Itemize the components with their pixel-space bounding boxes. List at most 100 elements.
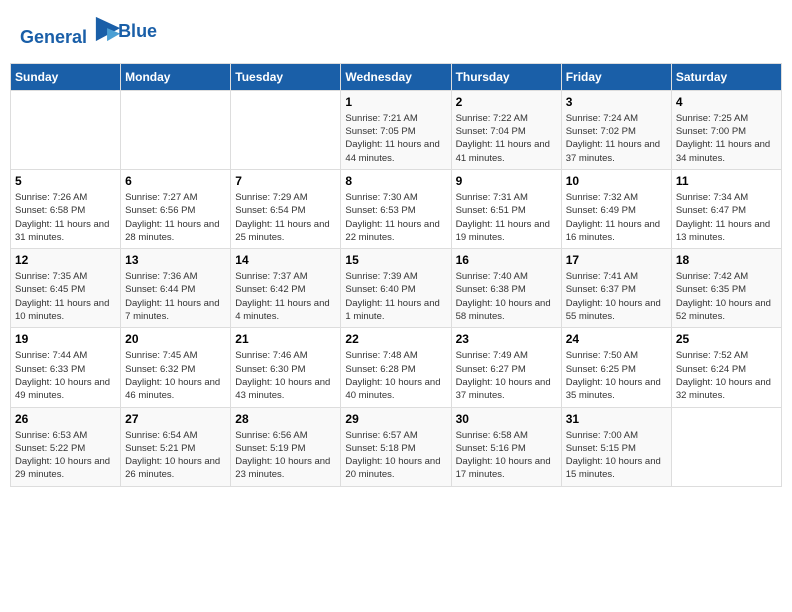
calendar-cell: 14 Sunrise: 7:37 AM Sunset: 6:42 PM Dayli… <box>231 249 341 328</box>
day-info: Sunrise: 7:41 AM Sunset: 6:37 PM Dayligh… <box>566 270 667 323</box>
column-header-monday: Monday <box>121 63 231 90</box>
calendar-cell: 24Sunrise: 7:50 AM Sunset: 6:25 PM Dayli… <box>561 328 671 407</box>
calendar-cell: 29Sunrise: 6:57 AM Sunset: 5:18 PM Dayli… <box>341 407 451 486</box>
calendar-week-4: 19 Sunrise: 7:44 AM Sunset: 6:33 PM Dayli… <box>11 328 782 407</box>
day-number: 18 <box>676 253 777 267</box>
calendar-cell: 8 Sunrise: 7:30 AM Sunset: 6:53 PM Daylig… <box>341 169 451 248</box>
day-number: 15 <box>345 253 446 267</box>
column-header-sunday: Sunday <box>11 63 121 90</box>
day-info: Sunrise: 7:52 AM Sunset: 6:24 PM Dayligh… <box>676 349 777 402</box>
calendar-cell: 10 Sunrise: 7:32 AM Sunset: 6:49 PM Dayli… <box>561 169 671 248</box>
day-number: 7 <box>235 174 336 188</box>
day-number: 23 <box>456 332 557 346</box>
day-number: 29 <box>345 412 446 426</box>
calendar-cell <box>121 90 231 169</box>
day-number: 13 <box>125 253 226 267</box>
calendar-cell: 6 Sunrise: 7:27 AM Sunset: 6:56 PM Daylig… <box>121 169 231 248</box>
day-info: Sunrise: 7:40 AM Sunset: 6:38 PM Dayligh… <box>456 270 557 323</box>
calendar-cell: 12 Sunrise: 7:35 AM Sunset: 6:45 PM Dayli… <box>11 249 121 328</box>
day-number: 31 <box>566 412 667 426</box>
calendar-cell: 30 Sunrise: 6:58 AM Sunset: 5:16 PM Dayli… <box>451 407 561 486</box>
calendar-week-5: 26 Sunrise: 6:53 AM Sunset: 5:22 PM Dayli… <box>11 407 782 486</box>
calendar-cell: 2Sunrise: 7:22 AM Sunset: 7:04 PM Daylig… <box>451 90 561 169</box>
day-info: Sunrise: 6:54 AM Sunset: 5:21 PM Dayligh… <box>125 429 226 482</box>
day-number: 20 <box>125 332 226 346</box>
day-number: 4 <box>676 95 777 109</box>
calendar-cell: 16 Sunrise: 7:40 AM Sunset: 6:38 PM Dayli… <box>451 249 561 328</box>
day-info: Sunrise: 7:48 AM Sunset: 6:28 PM Dayligh… <box>345 349 446 402</box>
calendar-cell: 1Sunrise: 7:21 AM Sunset: 7:05 PM Daylig… <box>341 90 451 169</box>
day-number: 16 <box>456 253 557 267</box>
day-info: Sunrise: 7:39 AM Sunset: 6:40 PM Dayligh… <box>345 270 446 323</box>
logo-general: General <box>20 27 87 47</box>
day-info: Sunrise: 7:45 AM Sunset: 6:32 PM Dayligh… <box>125 349 226 402</box>
calendar-cell: 21 Sunrise: 7:46 AM Sunset: 6:30 PM Dayli… <box>231 328 341 407</box>
day-info: Sunrise: 7:36 AM Sunset: 6:44 PM Dayligh… <box>125 270 226 323</box>
calendar-cell: 28 Sunrise: 6:56 AM Sunset: 5:19 PM Dayli… <box>231 407 341 486</box>
calendar-week-1: 1Sunrise: 7:21 AM Sunset: 7:05 PM Daylig… <box>11 90 782 169</box>
calendar-cell: 3 Sunrise: 7:24 AM Sunset: 7:02 PM Daylig… <box>561 90 671 169</box>
day-info: Sunrise: 7:32 AM Sunset: 6:49 PM Dayligh… <box>566 191 667 244</box>
day-number: 10 <box>566 174 667 188</box>
calendar-cell: 31 Sunrise: 7:00 AM Sunset: 5:15 PM Dayli… <box>561 407 671 486</box>
day-info: Sunrise: 7:27 AM Sunset: 6:56 PM Dayligh… <box>125 191 226 244</box>
column-header-saturday: Saturday <box>671 63 781 90</box>
column-header-thursday: Thursday <box>451 63 561 90</box>
day-info: Sunrise: 7:37 AM Sunset: 6:42 PM Dayligh… <box>235 270 336 323</box>
day-number: 22 <box>345 332 446 346</box>
calendar-cell: 5 Sunrise: 7:26 AM Sunset: 6:58 PM Daylig… <box>11 169 121 248</box>
calendar-header-row: SundayMondayTuesdayWednesdayThursdayFrid… <box>11 63 782 90</box>
calendar-cell: 20 Sunrise: 7:45 AM Sunset: 6:32 PM Dayli… <box>121 328 231 407</box>
day-number: 25 <box>676 332 777 346</box>
day-number: 17 <box>566 253 667 267</box>
day-number: 3 <box>566 95 667 109</box>
day-info: Sunrise: 6:58 AM Sunset: 5:16 PM Dayligh… <box>456 429 557 482</box>
calendar-cell <box>231 90 341 169</box>
calendar-cell: 4 Sunrise: 7:25 AM Sunset: 7:00 PM Daylig… <box>671 90 781 169</box>
day-number: 21 <box>235 332 336 346</box>
calendar-cell: 19 Sunrise: 7:44 AM Sunset: 6:33 PM Dayli… <box>11 328 121 407</box>
calendar-cell: 17 Sunrise: 7:41 AM Sunset: 6:37 PM Dayli… <box>561 249 671 328</box>
day-info: Sunrise: 6:56 AM Sunset: 5:19 PM Dayligh… <box>235 429 336 482</box>
logo: General Blue <box>20 15 157 48</box>
day-info: Sunrise: 7:00 AM Sunset: 5:15 PM Dayligh… <box>566 429 667 482</box>
day-info: Sunrise: 7:30 AM Sunset: 6:53 PM Dayligh… <box>345 191 446 244</box>
column-header-friday: Friday <box>561 63 671 90</box>
day-info: Sunrise: 7:21 AM Sunset: 7:05 PM Dayligh… <box>345 112 446 165</box>
calendar-week-2: 5 Sunrise: 7:26 AM Sunset: 6:58 PM Daylig… <box>11 169 782 248</box>
day-info: Sunrise: 7:25 AM Sunset: 7:00 PM Dayligh… <box>676 112 777 165</box>
calendar-cell: 25 Sunrise: 7:52 AM Sunset: 6:24 PM Dayli… <box>671 328 781 407</box>
column-header-wednesday: Wednesday <box>341 63 451 90</box>
calendar-cell: 23 Sunrise: 7:49 AM Sunset: 6:27 PM Dayli… <box>451 328 561 407</box>
page-header: General Blue <box>10 10 782 53</box>
day-number: 8 <box>345 174 446 188</box>
calendar-cell: 22 Sunrise: 7:48 AM Sunset: 6:28 PM Dayli… <box>341 328 451 407</box>
day-info: Sunrise: 7:35 AM Sunset: 6:45 PM Dayligh… <box>15 270 116 323</box>
day-number: 28 <box>235 412 336 426</box>
calendar-cell <box>11 90 121 169</box>
day-number: 11 <box>676 174 777 188</box>
calendar-cell: 9Sunrise: 7:31 AM Sunset: 6:51 PM Daylig… <box>451 169 561 248</box>
day-info: Sunrise: 7:49 AM Sunset: 6:27 PM Dayligh… <box>456 349 557 402</box>
logo-blue: Blue <box>118 21 157 42</box>
day-number: 27 <box>125 412 226 426</box>
day-number: 14 <box>235 253 336 267</box>
day-number: 30 <box>456 412 557 426</box>
day-info: Sunrise: 7:22 AM Sunset: 7:04 PM Dayligh… <box>456 112 557 165</box>
day-number: 12 <box>15 253 116 267</box>
day-info: Sunrise: 7:44 AM Sunset: 6:33 PM Dayligh… <box>15 349 116 402</box>
calendar-cell <box>671 407 781 486</box>
calendar-table: SundayMondayTuesdayWednesdayThursdayFrid… <box>10 63 782 487</box>
calendar-week-3: 12 Sunrise: 7:35 AM Sunset: 6:45 PM Dayli… <box>11 249 782 328</box>
day-info: Sunrise: 7:26 AM Sunset: 6:58 PM Dayligh… <box>15 191 116 244</box>
calendar-cell: 27 Sunrise: 6:54 AM Sunset: 5:21 PM Dayli… <box>121 407 231 486</box>
day-number: 26 <box>15 412 116 426</box>
day-number: 19 <box>15 332 116 346</box>
day-number: 5 <box>15 174 116 188</box>
day-number: 6 <box>125 174 226 188</box>
calendar-cell: 26 Sunrise: 6:53 AM Sunset: 5:22 PM Dayli… <box>11 407 121 486</box>
day-info: Sunrise: 6:53 AM Sunset: 5:22 PM Dayligh… <box>15 429 116 482</box>
day-info: Sunrise: 7:24 AM Sunset: 7:02 PM Dayligh… <box>566 112 667 165</box>
day-info: Sunrise: 7:46 AM Sunset: 6:30 PM Dayligh… <box>235 349 336 402</box>
calendar-cell: 13 Sunrise: 7:36 AM Sunset: 6:44 PM Dayli… <box>121 249 231 328</box>
